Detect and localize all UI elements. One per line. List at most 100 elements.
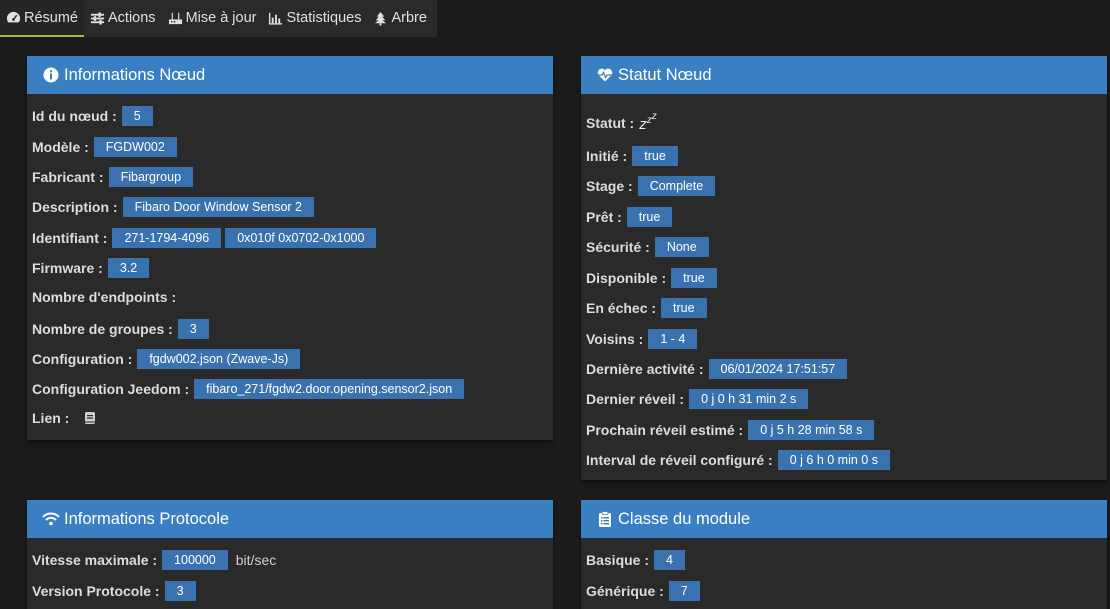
panel-title: Classe du module (618, 509, 751, 528)
available-value: true (671, 268, 717, 288)
field-label: Configuration : (32, 351, 133, 367)
jeedom-config-value: fibaro_271/fgdw2.door.opening.sensor2.js… (194, 379, 465, 399)
field-label: Dernier réveil : (586, 391, 685, 407)
security-value: None (654, 237, 709, 257)
link-row: Lien : (32, 410, 96, 426)
tab-label: Résumé (24, 9, 78, 26)
status-row: Statut : zzz (586, 111, 657, 133)
last-wakeup-row: Dernier réveil : 0 j 0 h 31 min 2 s (586, 389, 812, 409)
node-status-header: Statut Nœud (581, 56, 1107, 94)
tab-statistics[interactable]: Statistiques (262, 0, 367, 36)
last-activity-value: 06/01/2024 17:51:57 (708, 359, 848, 379)
field-label: Nombre de groupes : (32, 321, 173, 337)
field-label: Configuration Jeedom : (32, 381, 190, 397)
panel-title: Statut Nœud (618, 65, 712, 84)
field-label: Sécurité : (586, 239, 650, 255)
next-wakeup-value: 0 j 5 h 28 min 58 s (748, 420, 875, 440)
config-value: fgdw002.json (Zwave-Js) (137, 349, 301, 369)
neighbors-row: Voisins : 1 - 4 (586, 329, 701, 349)
sleep-indicator: zzz (639, 111, 657, 133)
book-icon[interactable] (84, 411, 96, 425)
info-circle-icon (42, 66, 60, 84)
failed-value: true (661, 298, 707, 318)
panel-title: Informations Nœud (64, 65, 206, 84)
tab-tree[interactable]: Arbre (367, 0, 432, 36)
tab-update[interactable]: Mise à jour (162, 0, 263, 36)
tab-label: Arbre (391, 10, 427, 26)
max-speed-row: Vitesse maximale : 100000 bit/sec (32, 550, 276, 570)
last-activity-row: Dernière activité : 06/01/2024 17:51:57 (586, 359, 851, 379)
init-value: true (632, 146, 678, 166)
field-label: Description : (32, 199, 118, 215)
basic-class-value: 4 (654, 550, 685, 570)
identifier-row: Identifiant : 271-1794-4096 0x010f 0x070… (32, 228, 380, 248)
description-row: Description : Fibaro Door Window Sensor … (32, 197, 318, 217)
stage-row: Stage : Complete (586, 176, 719, 196)
node-status-panel: Statut Nœud Statut : zzz Initié : true S… (581, 56, 1107, 480)
protocol-version-row: Version Protocole : 3 (32, 581, 200, 601)
manufacturer-value: Fibargroup (108, 167, 194, 187)
tab-label: Actions (108, 10, 156, 26)
identifier-hex-value: 0x010f 0x0702-0x1000 (225, 228, 377, 248)
jeedom-config-row: Configuration Jeedom : fibaro_271/fgdw2.… (32, 379, 468, 399)
stage-value: Complete (637, 176, 716, 196)
description-value: Fibaro Door Window Sensor 2 (122, 197, 315, 217)
field-label: Fabricant : (32, 169, 104, 185)
generic-class-row: Générique : 7 (586, 581, 704, 601)
field-label: Statut : (586, 115, 635, 131)
tab-resume[interactable]: Résumé (0, 0, 84, 37)
field-label: Disponible : (586, 270, 667, 286)
field-label: Lien : (32, 410, 70, 426)
ready-value: true (626, 207, 673, 227)
field-label: Voisins : (586, 331, 644, 347)
field-label: Nombre d'endpoints : (32, 289, 177, 305)
config-row: Configuration : fgdw002.json (Zwave-Js) (32, 349, 304, 369)
wakeup-interval-value: 0 j 6 h 0 min 0 s (777, 450, 890, 470)
node-id-value: 5 (121, 106, 153, 126)
max-speed-unit: bit/sec (235, 552, 277, 568)
field-label: Générique : (586, 583, 664, 599)
node-info-header: Informations Nœud (27, 56, 553, 94)
field-label: Stage : (586, 178, 633, 194)
max-speed-value: 100000 (162, 550, 228, 570)
field-label: Initié : (586, 148, 628, 164)
module-class-header: Classe du module (581, 500, 1107, 538)
groups-value: 3 (177, 319, 209, 339)
field-label: Interval de réveil configuré : (586, 452, 773, 468)
field-label: Modèle : (32, 139, 89, 155)
tab-actions[interactable]: Actions (84, 0, 162, 36)
failed-row: En échec : true (586, 298, 711, 318)
field-label: Dernière activité : (586, 361, 704, 377)
field-label: Prochain réveil estimé : (586, 422, 744, 438)
field-label: Prêt : (586, 209, 622, 225)
tree-icon (373, 11, 388, 26)
field-label: Identifiant : (32, 230, 108, 246)
protocol-info-header: Informations Protocole (27, 500, 553, 538)
endpoints-row: Nombre d'endpoints : (32, 289, 181, 305)
neighbors-value: 1 - 4 (648, 329, 698, 349)
wifi-icon (42, 510, 60, 528)
module-class-panel: Classe du module Basique : 4 Générique :… (581, 500, 1107, 609)
manufacturer-row: Fabricant : Fibargroup (32, 167, 197, 187)
field-label: Basique : (586, 552, 650, 568)
security-row: Sécurité : None (586, 237, 713, 257)
identifier-value: 271-1794-4096 (112, 228, 222, 248)
node-info-panel: Informations Nœud Id du nœud : 5 Modèle … (27, 56, 553, 440)
firmware-value: 3.2 (107, 258, 150, 278)
next-wakeup-row: Prochain réveil estimé : 0 j 5 h 28 min … (586, 420, 878, 440)
tachometer-icon (6, 10, 21, 25)
panel-title: Informations Protocole (64, 509, 230, 528)
model-value: FGDW002 (93, 137, 177, 157)
sliders-icon (90, 11, 105, 26)
basic-class-row: Basique : 4 (586, 550, 689, 570)
model-row: Modèle : FGDW002 (32, 137, 181, 157)
clipboard-list-icon (596, 510, 614, 528)
available-row: Disponible : true (586, 268, 721, 288)
init-row: Initié : true (586, 146, 682, 166)
field-label: Version Protocole : (32, 583, 160, 599)
ready-row: Prêt : true (586, 207, 676, 227)
tab-bar: Résumé Actions Mise à jour Statistiques … (0, 0, 437, 37)
field-label: Vitesse maximale : (32, 552, 158, 568)
last-wakeup-value: 0 j 0 h 31 min 2 s (689, 389, 809, 409)
firmware-row: Firmware : 3.2 (32, 258, 153, 278)
